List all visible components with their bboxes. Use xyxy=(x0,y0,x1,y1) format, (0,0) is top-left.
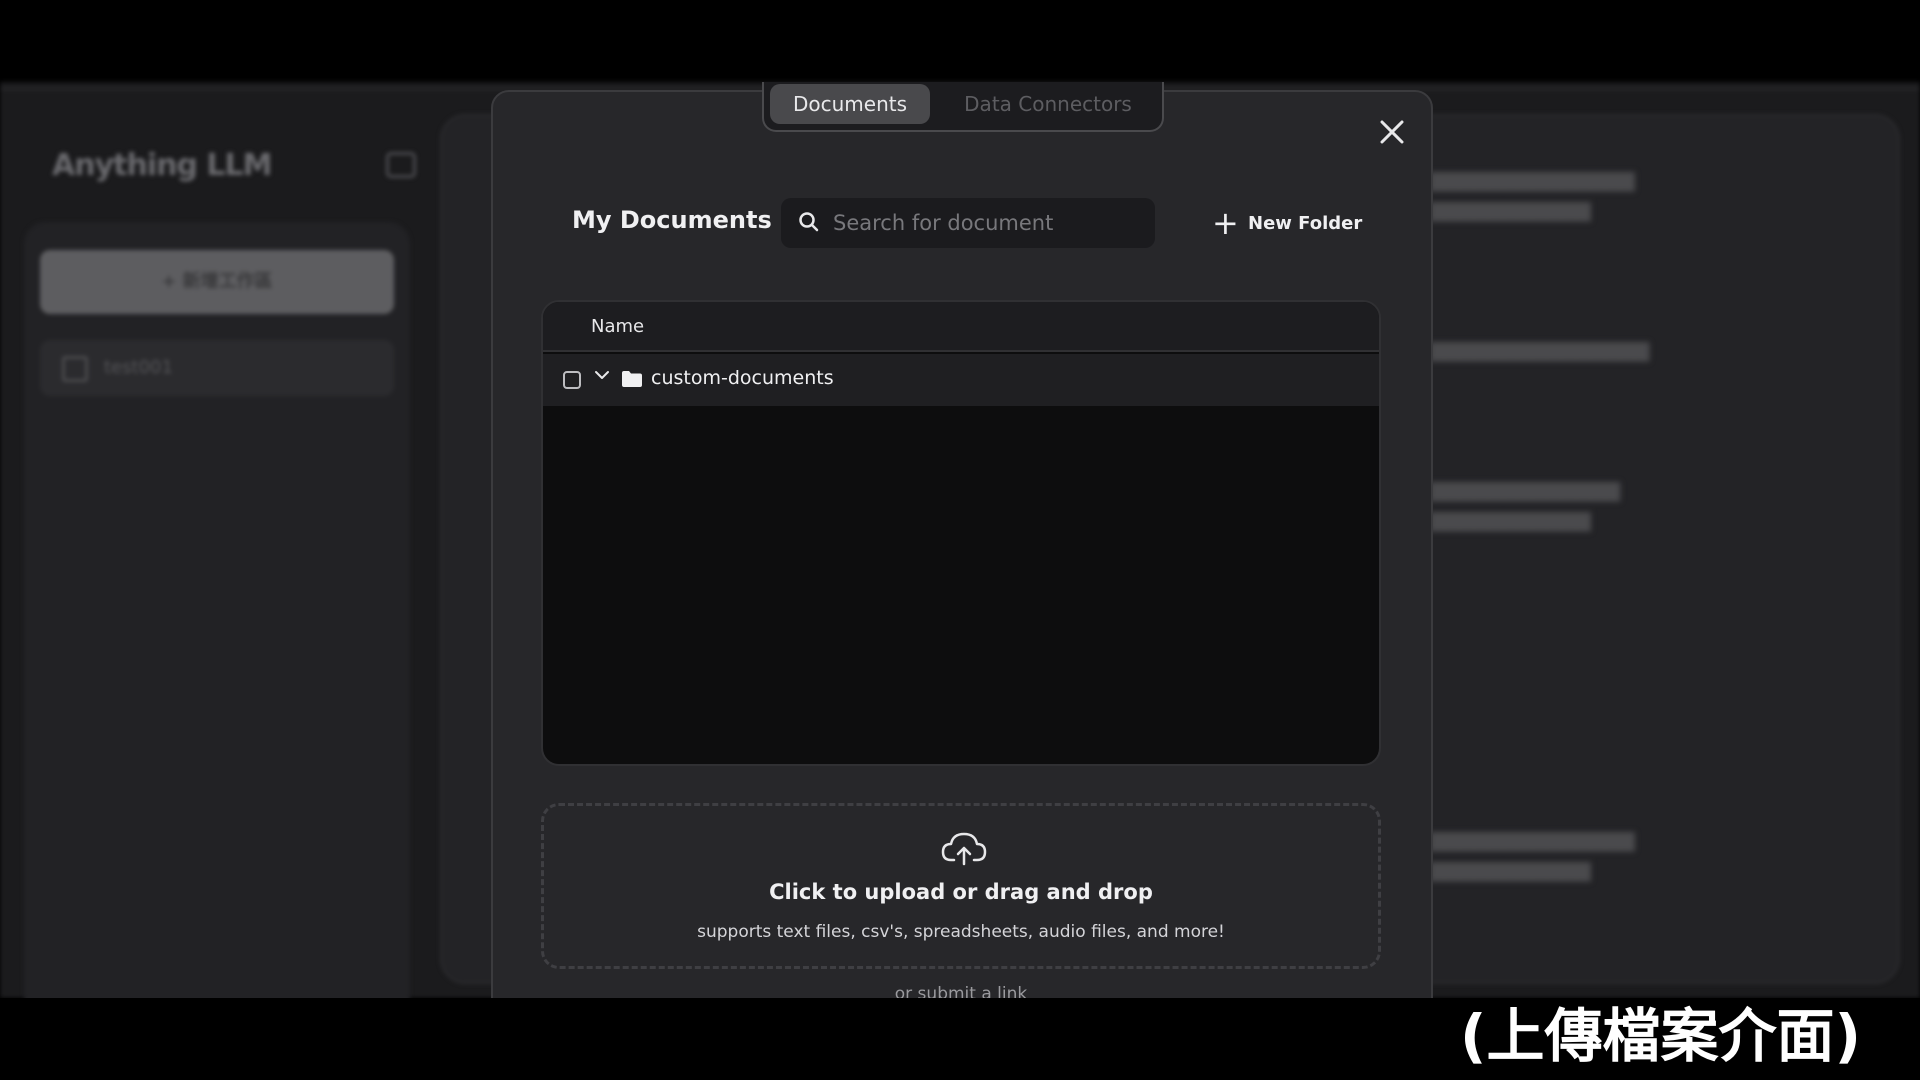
search-box[interactable] xyxy=(781,198,1155,248)
blurred-text: ▇▇▇▇▇▇▇▇▇▇▇▇▇▇ ▇▇▇▇▇▇▇▇▇▇▇ xyxy=(1430,170,1635,222)
close-icon[interactable] xyxy=(1372,112,1412,152)
upload-subtitle: supports text files, csv's, spreadsheets… xyxy=(697,922,1225,942)
video-caption: (上傳檔案介面) xyxy=(1460,1002,1862,1070)
upload-dropzone[interactable]: Click to upload or drag and drop support… xyxy=(541,803,1381,969)
sidebar-panel: + 新增工作區 test001 ↗ ▤ ◉ ⚒ xyxy=(24,222,410,1068)
blurred-text: ▇▇▇▇▇▇▇▇▇▇▇▇▇▇ ▇▇▇▇▇▇▇▇▇▇▇ xyxy=(1430,830,1635,882)
column-header-name: Name xyxy=(591,316,645,337)
row-checkbox[interactable] xyxy=(563,371,581,389)
documents-table: Name custom-documents xyxy=(541,300,1381,766)
blurred-text: ▇▇▇▇▇▇▇▇▇▇▇▇▇ ▇▇▇▇▇▇▇▇▇▇▇ xyxy=(1430,480,1620,532)
new-folder-button[interactable]: + New Folder xyxy=(1208,206,1362,242)
page-title: My Documents xyxy=(572,206,772,234)
sidebar: Anything LLM + 新增工作區 test001 ↗ ▤ ◉ ⚒ xyxy=(24,112,416,1068)
search-input[interactable] xyxy=(833,198,1143,248)
plus-icon: + xyxy=(1212,204,1239,242)
new-folder-label: New Folder xyxy=(1248,213,1363,234)
folder-name: custom-documents xyxy=(651,367,834,389)
upload-title: Click to upload or drag and drop xyxy=(769,880,1153,904)
tab-data-connectors[interactable]: Data Connectors xyxy=(950,84,1146,124)
table-row[interactable]: custom-documents xyxy=(543,354,1379,406)
workspace-label: test001 xyxy=(104,357,173,378)
folder-icon xyxy=(622,371,642,387)
cloud-upload-icon xyxy=(941,832,987,866)
new-workspace-button[interactable]: + 新增工作區 xyxy=(40,250,394,314)
search-icon xyxy=(799,212,819,232)
sidebar-toggle-icon[interactable] xyxy=(386,152,416,178)
screen: { "sidebar": { "logo": "Anything LLM", "… xyxy=(0,0,1920,1080)
workspace-item[interactable]: test001 xyxy=(40,340,394,396)
workspace-grid-icon xyxy=(62,356,88,382)
tab-documents[interactable]: Documents xyxy=(770,84,930,124)
blurred-text: ▇▇▇▇▇▇▇▇▇▇▇▇▇▇▇ xyxy=(1430,340,1650,362)
tab-group: Documents Data Connectors xyxy=(762,82,1164,132)
table-header: Name xyxy=(543,302,1379,352)
chevron-down-icon[interactable] xyxy=(593,366,611,384)
app-logo: Anything LLM xyxy=(52,148,272,183)
